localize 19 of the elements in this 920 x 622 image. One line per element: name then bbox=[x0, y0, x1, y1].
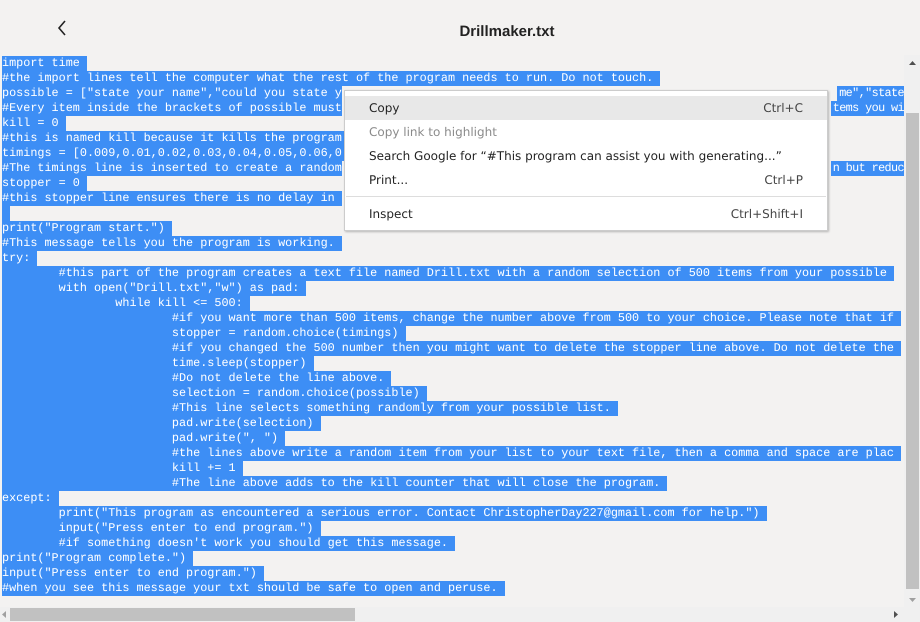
menu-item-label: Copy bbox=[369, 101, 400, 115]
menu-item-label: Inspect bbox=[369, 207, 413, 221]
menu-item-label: Print... bbox=[369, 173, 408, 187]
menu-item-label: Search Google for “#This program can assist you with generating...” bbox=[369, 149, 782, 163]
menu-item[interactable]: Copy Ctrl+C bbox=[345, 96, 827, 120]
shortcut-label: Ctrl+Shift+I bbox=[730, 207, 803, 221]
up-arrow-icon[interactable] bbox=[908, 61, 916, 65]
chevron-left-icon bbox=[57, 20, 67, 36]
scrollbar-thumb[interactable] bbox=[906, 113, 919, 589]
menu-item[interactable]: Print... Ctrl+P bbox=[345, 168, 827, 192]
left-arrow-icon[interactable] bbox=[2, 611, 6, 618]
menu-item[interactable]: Inspect Ctrl+Shift+I bbox=[345, 202, 827, 226]
shortcut-label: Ctrl+C bbox=[763, 101, 803, 115]
scrollbar-thumb[interactable] bbox=[10, 608, 355, 621]
menu-item-label: Copy link to highlight bbox=[369, 125, 497, 139]
shortcut-label: Ctrl+P bbox=[764, 173, 803, 187]
down-arrow-icon[interactable] bbox=[908, 598, 916, 602]
window-title: Drillmaker.txt bbox=[458, 22, 555, 40]
right-arrow-icon[interactable] bbox=[894, 611, 898, 618]
